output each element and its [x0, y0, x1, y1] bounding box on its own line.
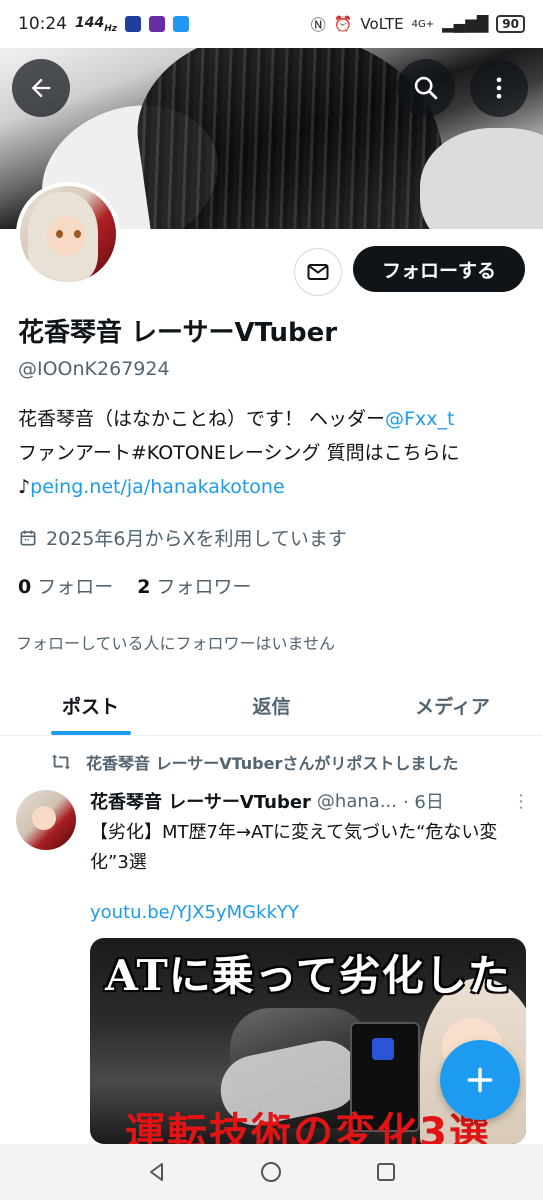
profile-handle: @IOOnK267924	[18, 358, 170, 380]
search-icon	[414, 76, 438, 100]
post-time: · 6日	[402, 792, 444, 813]
app-notification-icon	[125, 16, 142, 32]
profile-tabs: ポスト 返信 メディア	[0, 676, 543, 736]
post-link[interactable]: youtu.be/YJX5yMGkkYY	[90, 902, 299, 923]
followers-count[interactable]: 2 フォロワー	[137, 572, 251, 599]
repost-indicator: 花香琴音 レーサーVTuberさんがリポストしました	[50, 750, 458, 774]
alarm-icon: ⏰	[333, 15, 353, 33]
bio-url-link[interactable]: peing.net/ja/hanakakotone	[30, 476, 285, 498]
nav-recents-icon[interactable]	[374, 1160, 398, 1184]
joined-date: 2025年6月からXを利用しています	[18, 524, 347, 551]
post-author-avatar[interactable]	[16, 790, 76, 850]
repost-icon	[51, 754, 71, 770]
search-button[interactable]	[397, 59, 455, 117]
battery-icon: 90	[496, 15, 525, 33]
app-notification-icon	[149, 16, 166, 32]
bio-mention-link[interactable]: @Fxx_t	[385, 408, 454, 430]
post-author-handle[interactable]: @hana...	[317, 791, 397, 812]
nav-back-icon[interactable]	[145, 1160, 169, 1184]
post-header: 花香琴音 レーサーVTuber @hana... · 6日 ⋮	[90, 788, 530, 814]
profile-avatar[interactable]	[16, 182, 120, 286]
back-arrow-icon	[31, 78, 51, 98]
following-count[interactable]: 0 フォロー	[18, 572, 113, 599]
mutuals-note: フォローしている人にフォロワーはいません	[16, 634, 336, 653]
nav-home-icon[interactable]	[259, 1160, 283, 1184]
network-type: VoLTE	[360, 15, 404, 33]
tab-posts[interactable]: ポスト	[0, 676, 181, 735]
post-text: 【劣化】MT歴7年→ATに変えて気づいた“危ない変化”3選	[90, 822, 498, 873]
profile-bio: 花香琴音（はなかことね）です！ ヘッダー@Fxx_t ファンアート#KOTONE…	[18, 408, 460, 498]
post-more-icon[interactable]: ⋮	[512, 791, 530, 812]
thumbnail-title: ATに乗って劣化した	[105, 951, 511, 1000]
status-time: 10:24	[18, 14, 67, 34]
vertical-dots-icon	[496, 77, 502, 99]
compose-button[interactable]	[440, 1040, 520, 1120]
post-author-name[interactable]: 花香琴音 レーサーVTuber	[90, 788, 311, 814]
nfc-icon: Ⓝ	[310, 15, 326, 34]
envelope-icon	[307, 264, 329, 280]
tab-replies[interactable]: 返信	[181, 676, 362, 735]
tab-media[interactable]: メディア	[362, 676, 543, 735]
signal-label: 4G+	[411, 18, 435, 30]
follow-counts: 0 フォロー 2 フォロワー	[18, 572, 252, 599]
plus-icon	[467, 1067, 493, 1093]
profile-name: 花香琴音 レーサーVTuber	[18, 318, 338, 348]
signal-icon: ▂▄▆█	[442, 15, 489, 33]
app-notification-icon	[173, 16, 190, 32]
system-navigation-bar	[0, 1144, 543, 1200]
follow-button[interactable]: フォローする	[353, 246, 525, 292]
calendar-icon	[20, 530, 36, 545]
refresh-rate: 144Hz	[75, 14, 118, 34]
status-bar: 10:24 144Hz Ⓝ ⏰ VoLTE 4G+ ▂▄▆█ 90	[0, 0, 543, 48]
back-button[interactable]	[12, 59, 70, 117]
more-options-button[interactable]	[470, 59, 528, 117]
message-button[interactable]	[294, 248, 342, 296]
